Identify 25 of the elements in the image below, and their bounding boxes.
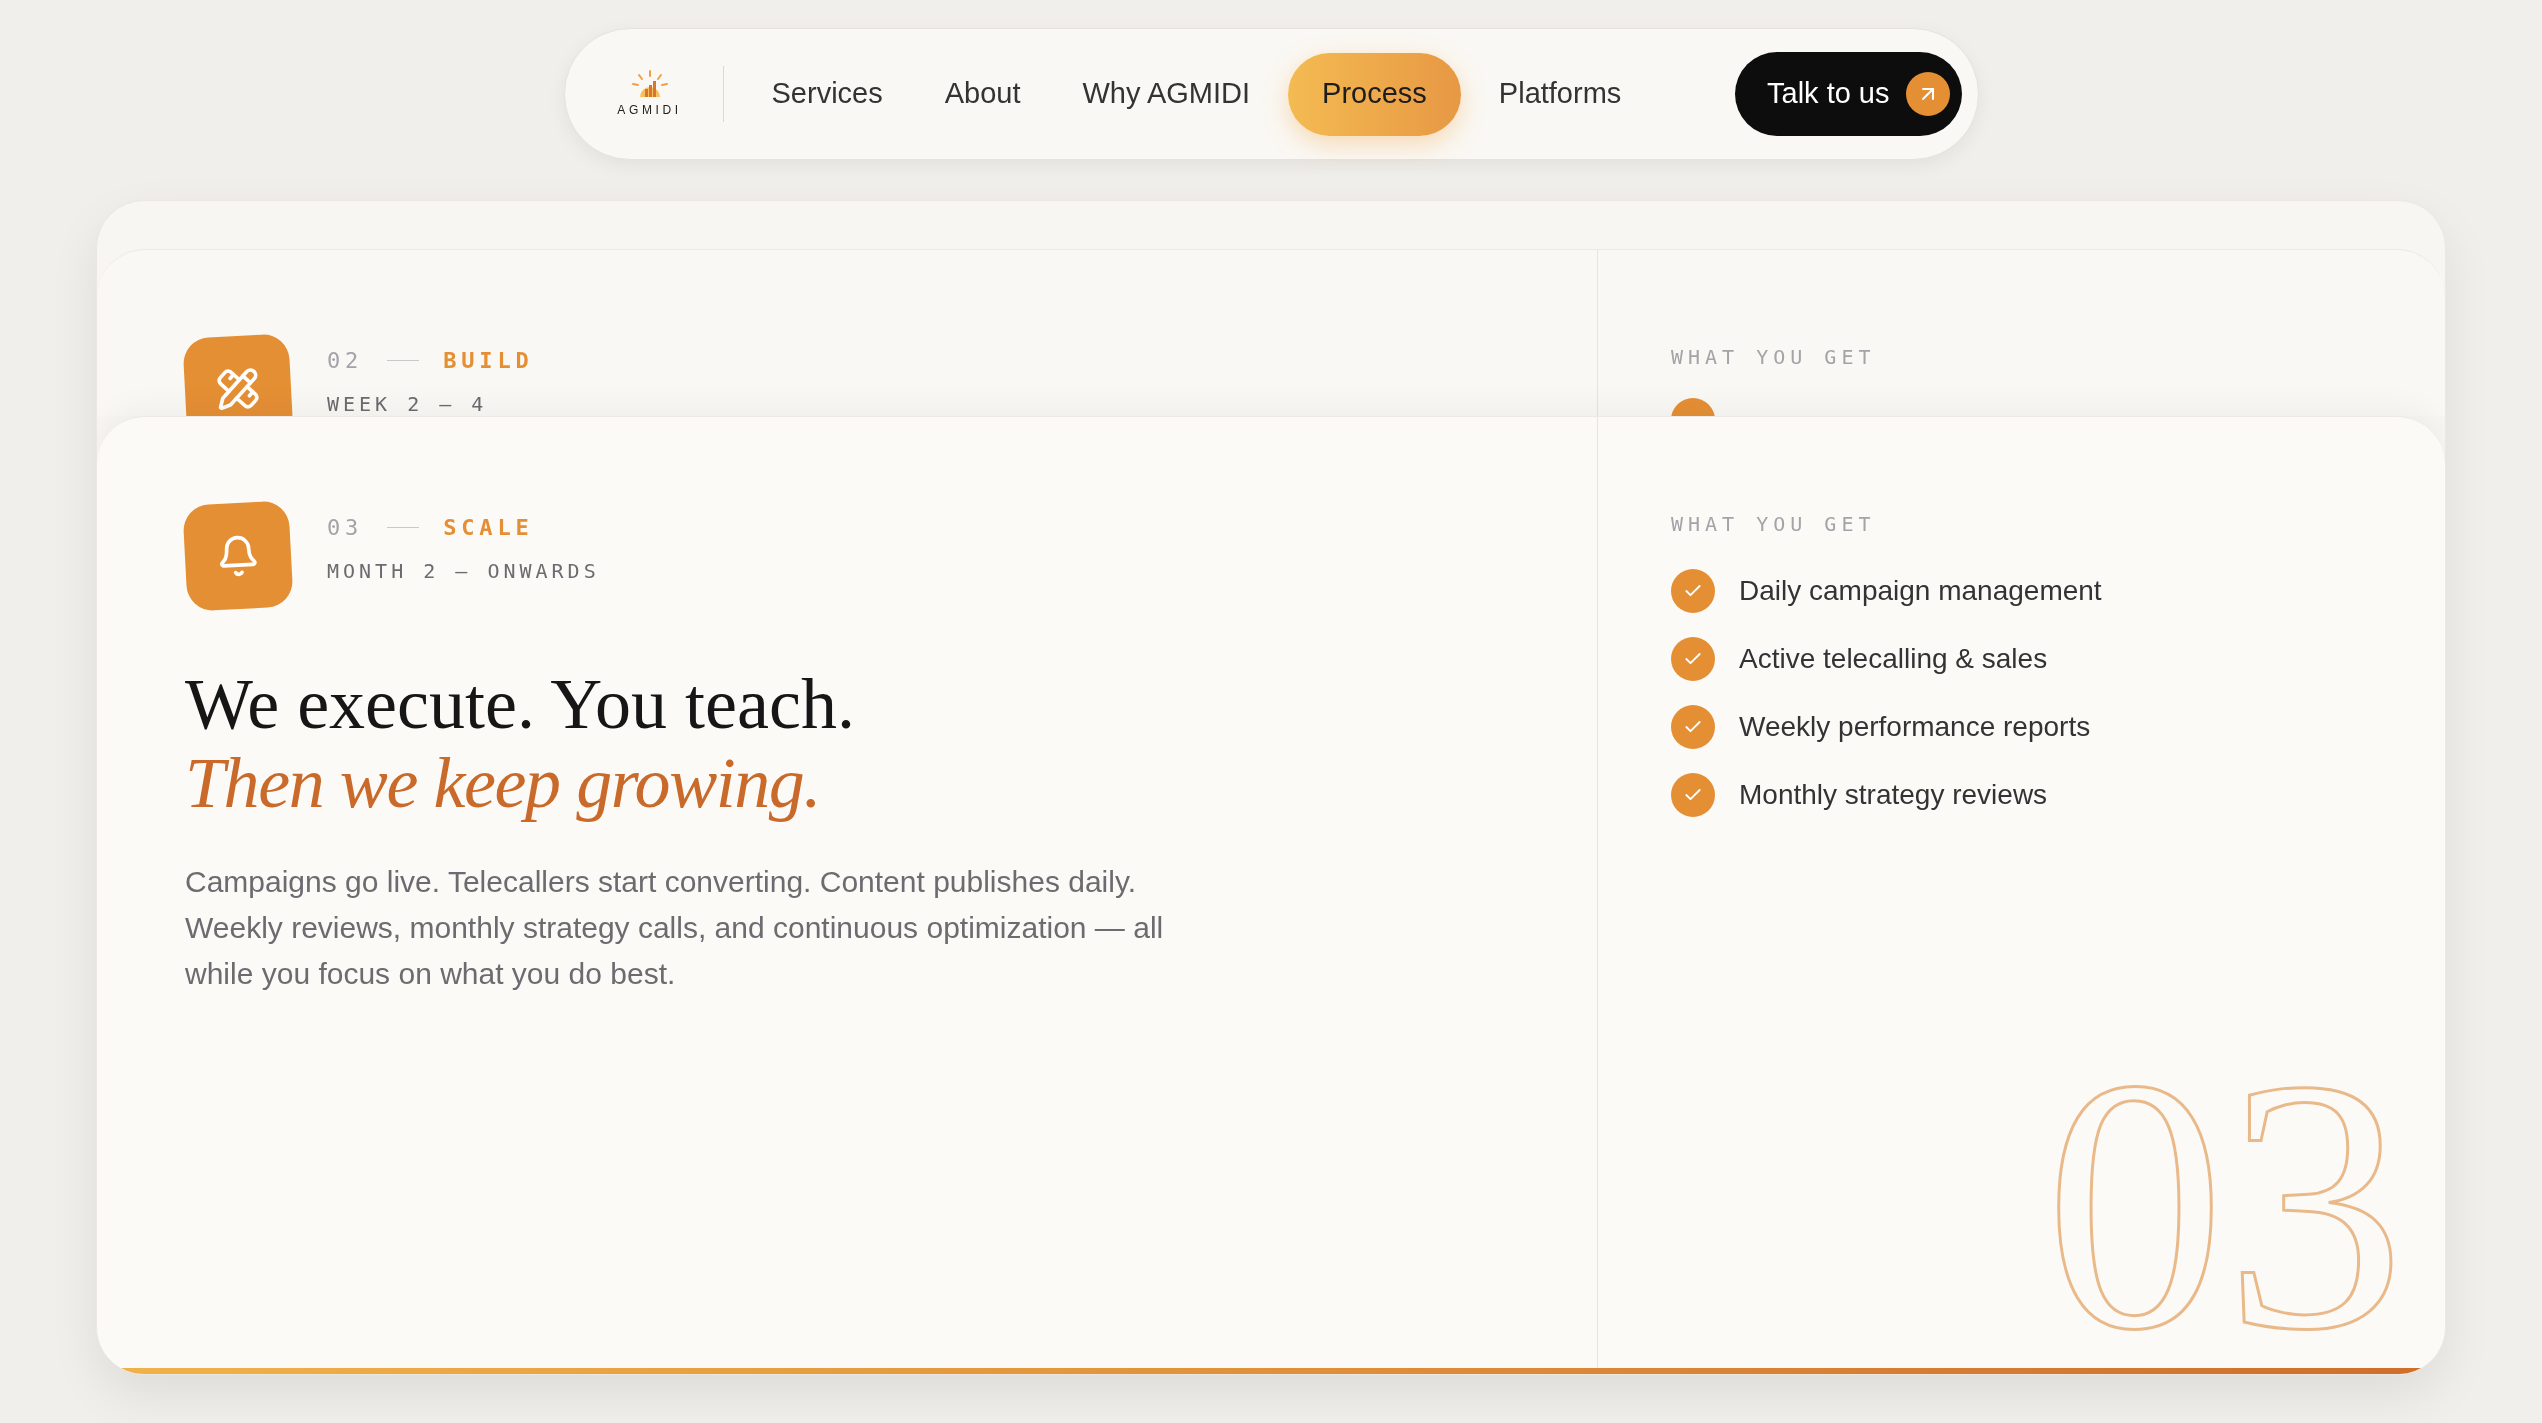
benefit-text: Weekly performance reports	[1739, 710, 2091, 744]
step-description: Campaigns go live. Telecallers start converting. Content publishes daily. Weekly reviews, monthly strategy calls, and continuous optimization — all while you focus on what you do best.	[185, 864, 1165, 993]
nav-link[interactable]: Services	[747, 52, 907, 136]
step-number: 02	[327, 347, 364, 375]
benefit-text: Monthly strategy reviews	[1739, 778, 2048, 812]
talk-button[interactable]: Talk to us	[1735, 52, 1962, 136]
bell-icon	[182, 500, 294, 612]
step-title: BUILD	[443, 347, 534, 375]
benefit-text: Daily campaign management	[1739, 574, 2102, 608]
benefit-text: Active telecalling & sales	[1739, 642, 2048, 676]
arrow-up-right-icon	[1905, 72, 1950, 116]
logo-text: AGMIDI	[617, 102, 682, 119]
step-number: 03	[327, 514, 364, 542]
nav-link[interactable]: Platforms	[1474, 52, 1646, 136]
step-watermark: 03	[2045, 1052, 2405, 1358]
step-heading: We execute. You teach.	[185, 665, 856, 745]
step-heading-accent: Then we keep growing.	[185, 744, 821, 824]
nav-link[interactable]: Process	[1288, 52, 1461, 136]
benefits-heading: WHAT YOU GET	[1671, 511, 1877, 538]
step-period: WEEK 2 — 4	[327, 391, 489, 416]
benefits-heading: WHAT YOU GET	[1671, 344, 1876, 371]
step-title: SCALE	[443, 514, 534, 542]
nav-link[interactable]: About	[920, 52, 1045, 136]
step-period: MONTH 2 — ONWARDS	[327, 558, 600, 585]
nav-link[interactable]: Why AGMIDI	[1058, 52, 1275, 136]
